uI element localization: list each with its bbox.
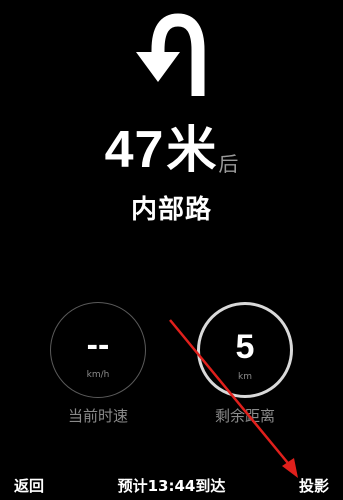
back-button[interactable]: 返回 xyxy=(14,474,44,498)
bottom-bar: 预计13:44到达 返回 投影 xyxy=(0,472,343,500)
project-button[interactable]: 投影 xyxy=(299,474,329,498)
speed-gauge: -- km/h xyxy=(50,302,146,398)
u-turn-left-icon xyxy=(136,13,205,96)
speed-value: -- xyxy=(86,326,110,364)
remaining-distance-gauge: 5 km xyxy=(197,302,293,398)
road-name: 内部路 xyxy=(130,195,212,225)
distance-unit: 米 xyxy=(166,121,217,179)
speed-label: 当前时速 xyxy=(67,407,128,425)
speed-unit: km/h xyxy=(86,370,110,380)
eta-label: 预计13:44到达 xyxy=(117,477,226,495)
remaining-distance-unit: km xyxy=(238,372,252,382)
remaining-distance-value: 5 xyxy=(235,328,255,366)
distance-suffix: 后 xyxy=(218,152,239,176)
remaining-distance-label: 剩余距离 xyxy=(214,407,275,425)
distance-value: 47 xyxy=(104,121,165,179)
distance-to-turn: 47米后 xyxy=(0,118,343,182)
